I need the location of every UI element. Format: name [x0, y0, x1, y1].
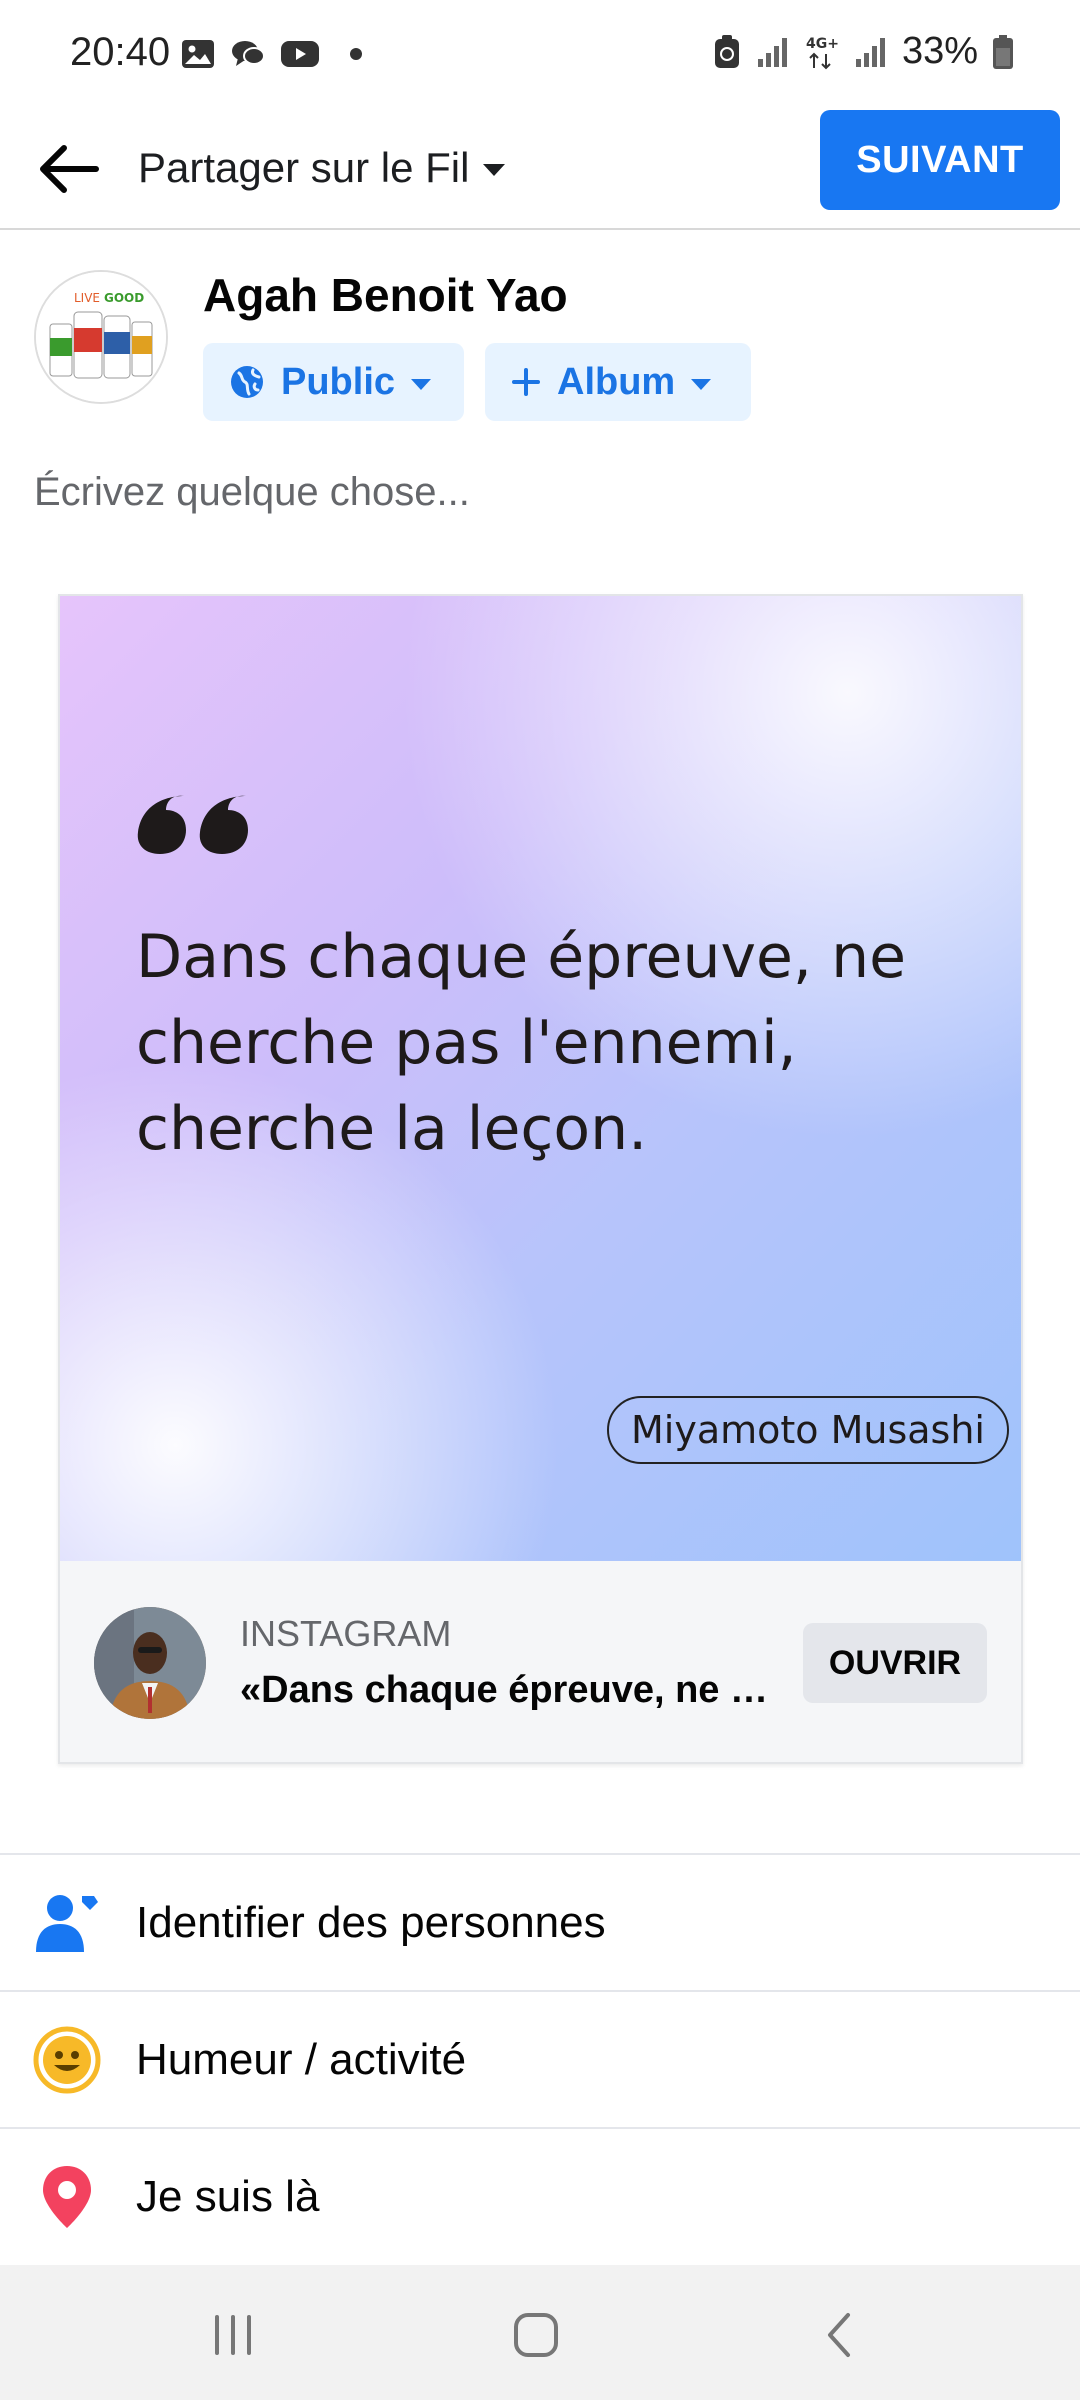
notification-dot-icon	[350, 48, 362, 60]
tag-people-label: Identifier des personnes	[136, 1897, 606, 1947]
network-4g-icon: 4G+	[806, 36, 839, 69]
link-preview-bar[interactable]: INSTAGRAM «Dans chaque épreuve, ne cherc…	[60, 1561, 1021, 1762]
smiley-icon	[33, 2026, 101, 2093]
quote-image: Dans chaque épreuve, ne cherche pas l'en…	[60, 596, 1021, 1561]
svg-text:GOOD: GOOD	[104, 291, 144, 305]
quote-author-badge: Miyamoto Musashi	[606, 1396, 1009, 1464]
back-arrow-icon[interactable]	[34, 134, 104, 204]
link-source: INSTAGRAM	[240, 1613, 452, 1654]
next-button[interactable]: SUIVANT	[820, 110, 1060, 210]
globe-icon	[231, 366, 263, 398]
product-logo-icon: LIVE GOOD	[36, 272, 166, 402]
album-selector[interactable]: Album	[485, 343, 751, 421]
youtube-icon	[281, 41, 319, 67]
shared-link-card[interactable]: Dans chaque épreuve, ne cherche pas l'en…	[58, 594, 1023, 1764]
person-photo-icon	[94, 1607, 206, 1719]
tag-people-icon	[36, 1894, 98, 1952]
tag-people-option[interactable]: Identifier des personnes	[0, 1853, 1080, 1990]
home-icon[interactable]	[506, 2305, 566, 2365]
battery-icon	[993, 34, 1013, 69]
location-pin-icon	[43, 2165, 91, 2228]
status-bar: 20:40 4G+ 33%	[0, 0, 1080, 110]
svg-text:LIVE: LIVE	[74, 291, 100, 305]
top-app-bar: Partager sur le Fil SUIVANT	[0, 110, 1080, 230]
system-back-icon[interactable]	[810, 2305, 870, 2365]
check-in-label: Je suis là	[136, 2171, 320, 2221]
post-options-list: Identifier des personnes Humeur / activi…	[0, 1853, 1080, 2264]
privacy-selector[interactable]: Public	[203, 343, 464, 421]
quote-text: Dans chaque épreuve, ne cherche pas l'en…	[136, 922, 907, 1164]
quote-author: Miyamoto Musashi	[630, 1408, 985, 1452]
privacy-label: Public	[281, 360, 396, 403]
system-navigation-bar	[0, 2265, 1080, 2400]
check-in-option[interactable]: Je suis là	[0, 2127, 1080, 2264]
plus-icon	[512, 368, 540, 396]
svg-text:4G+: 4G+	[806, 36, 839, 52]
chevron-down-icon	[483, 164, 506, 176]
feeling-activity-label: Humeur / activité	[136, 2034, 467, 2084]
signal-2-icon	[855, 37, 885, 67]
chat-bubble-icon	[232, 41, 265, 66]
album-label: Album	[557, 360, 676, 403]
recent-apps-icon[interactable]	[203, 2305, 263, 2365]
composer-input[interactable]: Écrivez quelque chose...	[34, 470, 470, 515]
feeling-activity-option[interactable]: Humeur / activité	[0, 1990, 1080, 2127]
profile-avatar: LIVE GOOD	[34, 270, 168, 404]
share-destination-dropdown[interactable]: Partager sur le Fil	[138, 136, 506, 200]
gallery-icon	[182, 40, 214, 68]
chevron-down-icon	[691, 378, 712, 390]
battery-percent: 33%	[901, 30, 978, 72]
link-title: «Dans chaque épreuve, ne cherche pas l'e…	[240, 1669, 780, 1711]
author-name: Agah Benoit Yao	[203, 269, 568, 321]
header-title: Partager sur le Fil	[138, 144, 470, 191]
battery-saver-icon	[714, 34, 739, 68]
quote-mark-icon	[137, 795, 248, 854]
signal-icon	[757, 37, 787, 67]
chevron-down-icon	[411, 378, 432, 390]
link-avatar	[94, 1607, 206, 1719]
open-button[interactable]: OUVRIR	[803, 1623, 987, 1703]
status-time: 20:40	[70, 30, 171, 74]
